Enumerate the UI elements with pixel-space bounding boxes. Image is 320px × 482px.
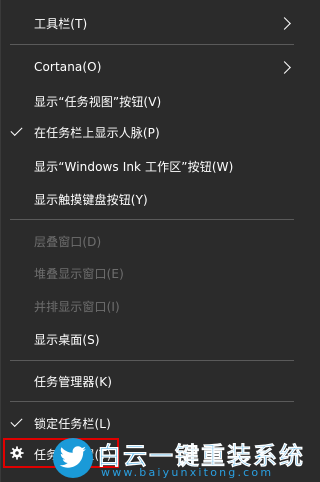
menu-item-label: Cortana(O) — [34, 60, 102, 74]
menu-item-show-people[interactable]: 在任务栏上显示人脉(P) — [1, 119, 303, 145]
menu-item-label: 在任务栏上显示人脉(P) — [34, 125, 160, 140]
watermark: 白云一键重装系统 www.baiyunxitong.com — [53, 436, 303, 480]
menu-separator — [10, 401, 294, 402]
menu-item-label: 工具栏(T) — [34, 16, 88, 31]
menu-item-label: 显示触摸键盘按钮(Y) — [34, 192, 148, 207]
menu-item-label: 显示“Windows Ink 工作区”按钮(W) — [34, 159, 234, 174]
taskbar-context-menu: 工具栏(T) Cortana(O) 显示“任务视图”按钮(V) 在任务栏上显示人… — [0, 0, 304, 482]
bird-logo-icon — [53, 438, 93, 478]
menu-separator — [10, 44, 294, 45]
watermark-url: www.baiyunxitong.com — [101, 466, 274, 479]
menu-item-label: 锁定任务栏(L) — [34, 416, 111, 431]
menu-item-label: 任务管理器(K) — [34, 374, 113, 389]
menu-item-task-manager[interactable]: 任务管理器(K) — [1, 368, 303, 394]
menu-item-label: 堆叠显示窗口(E) — [34, 266, 124, 281]
menu-item-label: 并排显示窗口(I) — [34, 299, 120, 314]
checkmark-icon — [10, 123, 23, 137]
menu-item-label: 显示“任务视图”按钮(V) — [34, 94, 162, 109]
chevron-right-icon — [278, 60, 291, 74]
menu-item-label: 层叠窗口(D) — [34, 234, 102, 249]
menu-separator — [10, 219, 294, 220]
menu-item-show-ink-workspace[interactable]: 显示“Windows Ink 工作区”按钮(W) — [1, 153, 303, 179]
menu-item-show-touch-keyboard[interactable]: 显示触摸键盘按钮(Y) — [1, 186, 303, 212]
menu-item-cortana[interactable]: Cortana(O) — [1, 54, 303, 80]
menu-item-stacked-windows: 堆叠显示窗口(E) — [1, 260, 303, 286]
menu-separator — [10, 360, 294, 361]
menu-item-toolbars[interactable]: 工具栏(T) — [1, 10, 303, 36]
menu-item-side-by-side-windows: 并排显示窗口(I) — [1, 293, 303, 319]
menu-item-label: 显示桌面(S) — [34, 332, 100, 347]
menu-item-show-desktop[interactable]: 显示桌面(S) — [1, 326, 303, 352]
menu-item-cascade-windows: 层叠窗口(D) — [1, 228, 303, 254]
chevron-right-icon — [278, 16, 291, 30]
menu-item-show-task-view[interactable]: 显示“任务视图”按钮(V) — [1, 88, 303, 114]
checkmark-icon — [10, 414, 23, 428]
menu-item-lock-taskbar[interactable]: 锁定任务栏(L) — [1, 410, 303, 436]
